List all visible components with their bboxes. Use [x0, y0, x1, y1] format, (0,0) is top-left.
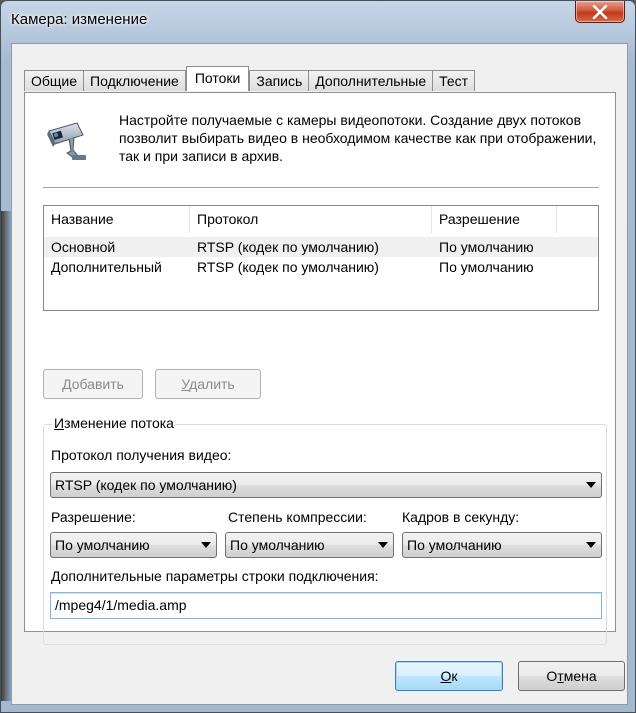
list-item[interactable]: Основной RTSP (кодек по умолчанию) По ум…: [44, 237, 598, 257]
streams-tab-page: Настройте получаемые с камеры видеопоток…: [24, 92, 616, 645]
cell-protocol: RTSP (кодек по умолчанию): [197, 239, 379, 255]
group-title-mnemonic: И: [54, 415, 65, 431]
cancel-label-pre: О: [546, 668, 558, 684]
column-header-name[interactable]: Название: [44, 206, 190, 233]
ok-mnemonic: О: [440, 668, 452, 684]
group-title: Изменение потока: [52, 415, 176, 431]
cell-resolution: По умолчанию: [439, 239, 534, 255]
cell-name: Дополнительный: [51, 259, 162, 275]
compression-value: По умолчанию: [230, 537, 325, 553]
ok-button[interactable]: Ок: [395, 661, 503, 691]
chevron-down-icon: [378, 542, 388, 548]
group-title-label: зменение потока: [64, 415, 174, 431]
list-header: Название Протокол Разрешение: [44, 206, 598, 233]
compression-select[interactable]: По умолчанию: [225, 532, 394, 558]
dialog-client-area: Общие Подключение Потоки Запись Дополнит…: [11, 43, 628, 705]
fps-select[interactable]: По умолчанию: [402, 532, 602, 558]
dialog-window: Камера: изменение Общие Подключение Пото…: [0, 0, 636, 713]
camera-icon: [47, 122, 86, 160]
resolution-select[interactable]: По умолчанию: [50, 532, 217, 558]
tab-test[interactable]: Тест: [432, 70, 476, 91]
chevron-down-icon: [586, 542, 596, 548]
cell-protocol: RTSP (кодек по умолчанию): [197, 259, 379, 275]
tab-general[interactable]: Общие: [24, 70, 85, 91]
cancel-label-rest: мена: [563, 668, 597, 684]
cell-name: Основной: [51, 239, 116, 255]
tab-connection[interactable]: Подключение: [83, 70, 186, 91]
column-header-protocol[interactable]: Протокол: [190, 206, 432, 233]
tab-additional[interactable]: Дополнительные: [308, 70, 434, 91]
tab-recording[interactable]: Запись: [249, 70, 310, 91]
cell-resolution: По умолчанию: [439, 259, 534, 275]
fps-label: Кадров в секунду:: [402, 509, 520, 525]
params-label: Дополнительные параметры строки подключе…: [51, 568, 379, 584]
add-label: обавить: [71, 376, 124, 392]
add-mnemonic: Д: [62, 376, 72, 392]
close-button[interactable]: [575, 1, 625, 23]
delete-mnemonic: У: [181, 376, 190, 392]
window-title: Камера: изменение: [11, 11, 148, 28]
chevron-down-icon: [201, 542, 211, 548]
column-header-filler: [557, 206, 598, 233]
column-header-resolution[interactable]: Разрешение: [432, 206, 557, 233]
compression-label: Степень компрессии:: [228, 509, 367, 525]
close-icon: [592, 4, 608, 19]
delete-label: далить: [189, 376, 235, 392]
tab-strip: Общие Подключение Потоки Запись Дополнит…: [24, 66, 476, 91]
intro-text: Настройте получаемые с камеры видеопоток…: [119, 112, 597, 164]
protocol-select[interactable]: RTSP (кодек по умолчанию): [50, 472, 602, 498]
resolution-value: По умолчанию: [55, 537, 150, 553]
fps-value: По умолчанию: [407, 537, 502, 553]
background-shadow: [1, 211, 11, 701]
separator: [43, 187, 599, 188]
chevron-down-icon: [586, 482, 596, 488]
protocol-value: RTSP (кодек по умолчанию): [55, 477, 237, 493]
add-button[interactable]: Добавить: [43, 369, 143, 399]
delete-button[interactable]: Удалить: [155, 369, 261, 399]
cancel-button[interactable]: Отмена: [518, 661, 625, 691]
resolution-label: Разрешение:: [51, 509, 136, 525]
tab-streams[interactable]: Потоки: [185, 66, 250, 91]
list-item[interactable]: Дополнительный RTSP (кодек по умолчанию)…: [44, 257, 598, 277]
stream-edit-group: Изменение потока Протокол получения виде…: [43, 415, 607, 645]
ok-label: к: [451, 668, 458, 684]
streams-list[interactable]: Название Протокол Разрешение Основной RT…: [43, 205, 599, 311]
protocol-label: Протокол получения видео:: [51, 447, 232, 463]
connection-params-input[interactable]: /mpeg4/1/media.amp: [50, 592, 602, 619]
